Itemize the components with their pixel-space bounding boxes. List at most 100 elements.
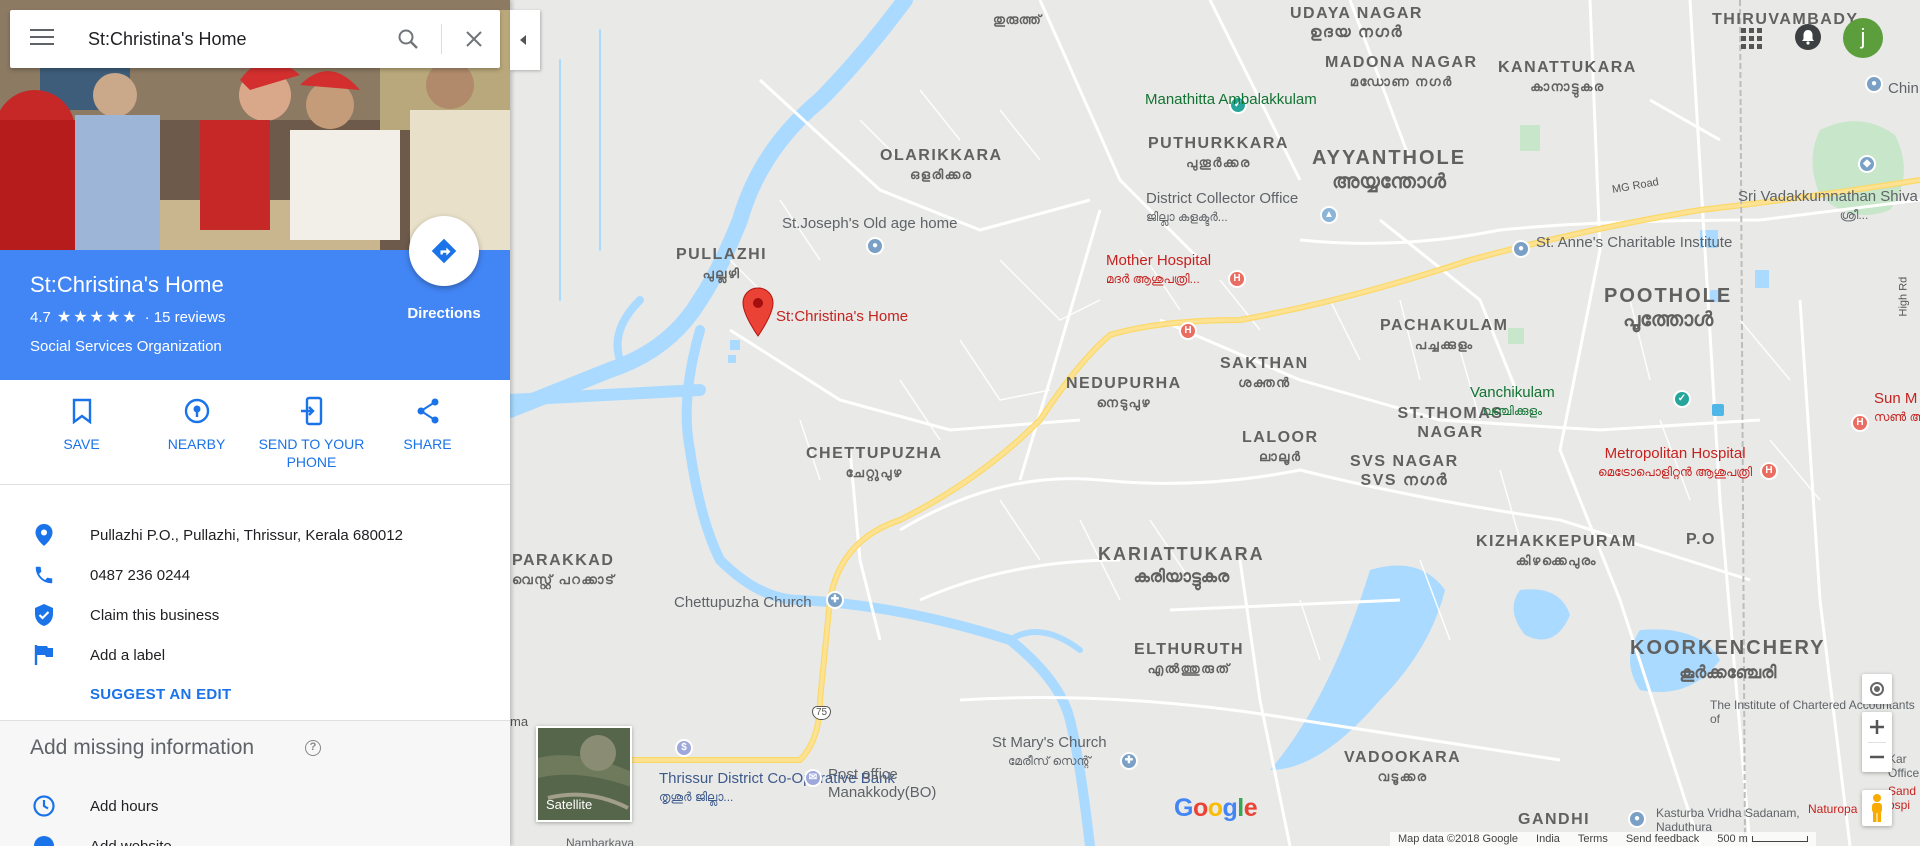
area-label-puthurkkara: PUTHURKKARA പുതൂർക്കര (1148, 135, 1289, 171)
poi-st-annes[interactable]: St. Anne's Charitable Institute (1536, 234, 1732, 252)
scale-bar[interactable]: 500 m (1717, 832, 1808, 846)
search-divider (441, 24, 442, 54)
church-icon[interactable]: ✚ (826, 591, 844, 609)
area-label-parakkad: PARAKKAD വെസ്റ്റ് പറക്കാട് (512, 552, 616, 588)
post-office-icon[interactable]: ✉ (804, 769, 822, 787)
phone-row[interactable]: 0487 236 0244 (0, 555, 510, 595)
area-label-laloor: LALOOR ലാലൂർ (1242, 429, 1319, 465)
poi-naturopathy[interactable]: Naturopa (1808, 802, 1857, 816)
my-location-button[interactable] (1862, 674, 1892, 704)
church-icon[interactable]: ✚ (1120, 752, 1138, 770)
address-row[interactable]: Pullazhi P.O., Pullazhi, Thrissur, Keral… (0, 515, 510, 555)
place-category[interactable]: Social Services Organization (30, 338, 222, 355)
poi-sun-medical[interactable]: Sun M Researസൺ ആശു (1874, 390, 1920, 426)
add-hours-text: Add hours (90, 797, 159, 815)
hospital-icon[interactable]: H (1179, 322, 1197, 340)
terms-link[interactable]: Terms (1578, 832, 1608, 846)
area-label-kizhakkepuram: KIZHAKKEPURAM കിഴക്കെപുരം (1476, 533, 1637, 569)
poi-manathitta[interactable]: Manathitta Ambalakkulam (1145, 91, 1317, 109)
place-marker-icon[interactable] (741, 286, 775, 338)
claim-business-row[interactable]: Claim this business (0, 595, 510, 635)
send-to-phone-button[interactable]: SEND TO YOUR PHONE (254, 396, 369, 471)
poi-kar-office[interactable]: Kar Office (1888, 752, 1920, 781)
area-label-olarikkara: OLARIKKARA ഒളരിക്കര (880, 147, 1003, 183)
place-marker-label[interactable]: St:Christina's Home (776, 308, 908, 326)
poi-chin[interactable]: Chin (1888, 80, 1919, 98)
share-button[interactable]: SHARE (370, 396, 485, 454)
poi-st-josephs-icon[interactable]: ● (866, 237, 884, 255)
poi-vadakkumnathan[interactable]: Sri Vadakkumnathan Shiva Templeശ്രീ... (1738, 188, 1920, 224)
hospital-icon[interactable]: H (1760, 462, 1778, 480)
map-data-credit[interactable]: Map data ©2018 Google (1398, 832, 1518, 846)
poi-collector-icon[interactable]: ▲ (1320, 206, 1338, 224)
google-apps-icon[interactable] (1741, 28, 1762, 49)
address-text: Pullazhi P.O., Pullazhi, Thrissur, Keral… (90, 526, 403, 544)
menu-icon[interactable] (30, 29, 54, 49)
poi-vanchikulam-icon[interactable]: ✓ (1673, 390, 1691, 408)
rating-stars-icon: ★★★★★ (56, 309, 139, 326)
plus-icon (1870, 720, 1884, 734)
notifications-bell-icon[interactable] (1795, 24, 1821, 50)
road-label-high-rd: High Rd (1897, 276, 1910, 317)
area-label-thiruvambady: THIRUVAMBADY (1712, 11, 1859, 28)
poi-nambarkava[interactable]: Nambarkava (566, 836, 634, 846)
poi-st-josephs[interactable]: St.Joseph's Old age home (782, 215, 957, 233)
send-to-phone-label: SEND TO YOUR PHONE (258, 436, 365, 470)
country-link[interactable]: India (1536, 832, 1560, 846)
zoom-controls (1862, 712, 1892, 772)
area-label-gandhi: GANDHI (1518, 811, 1591, 828)
send-to-phone-icon (300, 396, 322, 426)
area-label-left-edge: ma (510, 714, 529, 729)
location-pin-icon (35, 524, 53, 546)
directions-label[interactable]: Directions (390, 305, 498, 322)
scale-label: 500 m (1717, 833, 1748, 845)
area-label-koorkenchery: KOORKENCHERY കൂർക്കഞ്ചേരി (1630, 637, 1826, 682)
poi-metropolitan-hospital[interactable]: Metropolitan Hospital മെട്രോപൊളിറ്റൻ ആശുപ… (1598, 445, 1752, 481)
help-icon[interactable]: ? (305, 740, 321, 756)
area-label-poothole: POOTHOLE പൂത്തോൾ (1604, 285, 1733, 331)
add-hours-row[interactable]: Add hours (0, 786, 510, 826)
rating-value: 4.7 (30, 308, 51, 326)
zoom-in-button[interactable] (1862, 712, 1892, 742)
poi-st-annes-icon[interactable]: ● (1512, 240, 1530, 258)
nearby-button[interactable]: NEARBY (139, 396, 254, 454)
add-label-row[interactable]: Add a label (0, 635, 510, 675)
poi-collector-office[interactable]: District Collector Office ജില്ലാ കളക്ടർ..… (1146, 190, 1298, 226)
directions-button[interactable] (409, 216, 479, 286)
collapse-panel-button[interactable] (510, 10, 540, 70)
street-view-pegman[interactable] (1862, 790, 1892, 826)
hospital-icon[interactable]: H (1851, 414, 1869, 432)
account-avatar[interactable]: j (1843, 18, 1883, 58)
save-button[interactable]: SAVE (24, 396, 139, 454)
area-label-nedupurha: NEDUPURHA നെടുപുഴ (1066, 375, 1182, 411)
place-title: St:Christina's Home (30, 272, 224, 297)
zoom-out-button[interactable] (1862, 742, 1892, 772)
area-label-svs-nagar: SVS NAGAR SVS നഗർ (1350, 453, 1459, 490)
area-label-pullazhi: PULLAZHI പുല്ലഴി (676, 246, 768, 282)
search-input[interactable] (88, 24, 368, 54)
area-label-udaya-nagar: UDAYA NAGAR ഉദയ നഗർ (1290, 5, 1423, 42)
my-location-icon (1870, 682, 1884, 696)
poi-kasturba-icon[interactable]: ● (1628, 810, 1646, 828)
send-feedback-link[interactable]: Send feedback (1626, 832, 1699, 846)
hospital-icon[interactable]: H (1228, 270, 1246, 288)
poi-chin-icon[interactable]: ● (1865, 75, 1883, 93)
suggest-edit-link[interactable]: SUGGEST AN EDIT (90, 686, 231, 703)
bank-icon[interactable]: $ (675, 739, 693, 757)
close-icon[interactable] (462, 27, 486, 51)
poi-temple-icon[interactable]: ◆ (1858, 155, 1876, 173)
poi-kasturba[interactable]: Kasturba Vridha Sadanam, Naduthura (1656, 806, 1806, 835)
poi-vanchikulam[interactable]: Vanchikulam വഞ്ചിക്കുളം (1470, 384, 1555, 420)
poi-far-right[interactable]: Sand ospi (1888, 784, 1920, 813)
search-icon[interactable] (396, 27, 420, 51)
missing-info-section: Add missing information ? Add hours Add … (0, 721, 510, 846)
poi-mother-hospital[interactable]: Mother Hospital മദർ ആശുപത്രി... (1106, 252, 1211, 288)
satellite-toggle[interactable]: Satellite (536, 726, 632, 822)
poi-st-marys-church[interactable]: St Mary's Church മേരീസ് സെന്റ് (992, 734, 1107, 770)
add-website-row[interactable]: Add website (0, 826, 510, 846)
reviews-link[interactable]: · 15 reviews (145, 309, 226, 326)
poi-chettupuzha-church[interactable]: Chettupuzha Church (674, 594, 812, 612)
verified-shield-icon (35, 604, 53, 626)
area-label-ayyanthole: AYYANTHOLE അയ്യന്തോൾ (1312, 147, 1467, 193)
poi-post-office[interactable]: Post office Manakkody(BO) (828, 766, 988, 802)
